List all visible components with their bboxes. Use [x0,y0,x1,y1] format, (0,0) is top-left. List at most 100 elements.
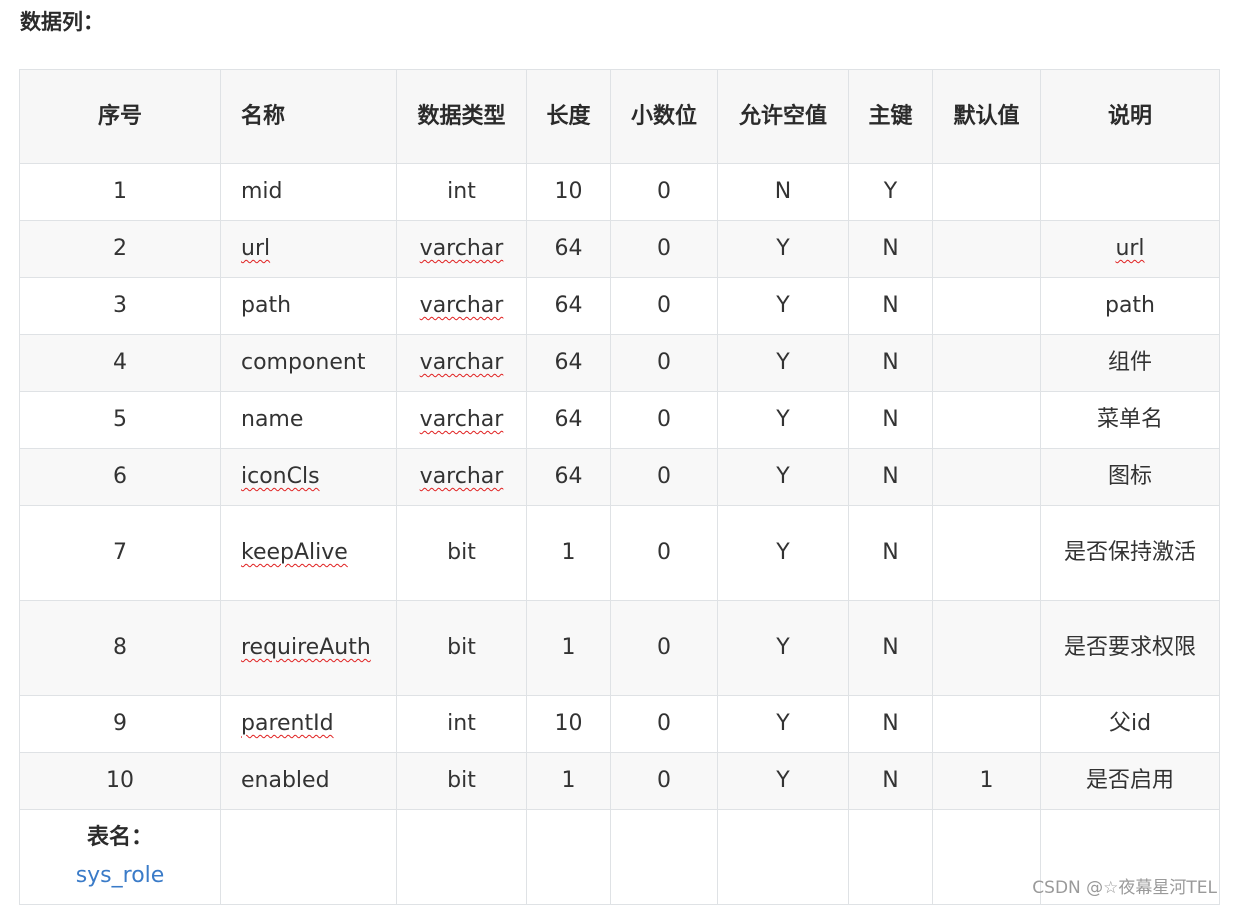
cell-length: 64 [526,448,611,506]
cell-nullable: N [717,163,849,221]
cell-description [1040,163,1220,221]
cell-type: bit [396,600,527,696]
cell-primary-key: N [848,277,933,335]
table-row: 10 enabled bit 1 0 Y N 1 是否启用 [19,752,1220,810]
table-row: 6 iconCls varchar 64 0 Y N 图标 [19,448,1220,506]
cell-decimals: 0 [610,277,718,335]
description-text: 图标 [1107,464,1152,489]
cell-nullable: Y [717,277,849,335]
cell-type: int [396,695,527,753]
type-text: int [447,711,476,736]
name-text: url [241,236,271,261]
table-row: 7 keepAlive bit 1 0 Y N 是否保持激活 [19,505,1220,601]
type-text: varchar [419,350,504,375]
cell-default [932,163,1041,221]
cell-description: 是否启用 [1040,752,1220,810]
type-text: bit [447,635,476,660]
header-type: 数据类型 [396,69,527,164]
cell-nullable: Y [717,752,849,810]
cell-type: int [396,163,527,221]
table-row: 1 mid int 10 0 N Y [19,163,1220,221]
table-row: 9 parentId int 10 0 Y N 父id [19,695,1220,753]
name-text: requireAuth [241,635,371,660]
empty-cell [396,809,527,905]
header-length: 长度 [526,69,611,164]
description-text: url [1115,236,1145,261]
cell-description: 父id [1040,695,1220,753]
table-row: 2 url varchar 64 0 Y N url [19,220,1220,278]
type-text: varchar [419,236,504,261]
cell-type: bit [396,505,527,601]
name-text: mid [241,179,283,204]
empty-cell [220,809,397,905]
description-text: 父id [1108,711,1152,736]
header-name: 名称 [220,69,397,164]
type-text: varchar [419,407,504,432]
cell-type: varchar [396,448,527,506]
cell-type: varchar [396,334,527,392]
watermark: CSDN @☆夜幕星河TEL [1032,878,1217,898]
table-row: 8 requireAuth bit 1 0 Y N 是否要求权限 [19,600,1220,696]
empty-cell [610,809,718,905]
cell-name: mid [220,163,397,221]
cell-no: 1 [19,163,221,221]
name-text: parentId [241,711,334,736]
table-row: 5 name varchar 64 0 Y N 菜单名 [19,391,1220,449]
cell-nullable: Y [717,448,849,506]
cell-default [932,277,1041,335]
empty-cell [932,809,1041,905]
header-primary-key: 主键 [848,69,933,164]
cell-default [932,600,1041,696]
cell-decimals: 0 [610,163,718,221]
description-text: 是否启用 [1085,768,1174,793]
name-text: keepAlive [241,540,348,565]
type-text: int [447,179,476,204]
table-row: 3 path varchar 64 0 Y N path [19,277,1220,335]
cell-name: url [220,220,397,278]
description-text: 组件 [1107,350,1152,375]
cell-nullable: Y [717,391,849,449]
cell-decimals: 0 [610,448,718,506]
cell-name: component [220,334,397,392]
cell-primary-key: N [848,220,933,278]
cell-length: 64 [526,220,611,278]
type-text: varchar [419,293,504,318]
cell-no: 8 [19,600,221,696]
description-text: 是否保持激活 [1063,540,1196,565]
cell-nullable: Y [717,220,849,278]
cell-default: 1 [932,752,1041,810]
cell-name: requireAuth [220,600,397,696]
cell-length: 64 [526,334,611,392]
cell-default [932,448,1041,506]
header-nullable: 允许空值 [717,69,849,164]
cell-nullable: Y [717,695,849,753]
description-text: 是否要求权限 [1063,635,1196,660]
cell-name: path [220,277,397,335]
cell-nullable: Y [717,600,849,696]
cell-default [932,695,1041,753]
cell-name: iconCls [220,448,397,506]
cell-description: 菜单名 [1040,391,1220,449]
name-text: path [241,293,292,318]
type-text: varchar [419,464,504,489]
cell-decimals: 0 [610,391,718,449]
cell-description: 是否保持激活 [1040,505,1220,601]
cell-default [932,505,1041,601]
table-name-cell: 表名： sys_role [19,809,221,905]
cell-length: 1 [526,600,611,696]
header-no: 序号 [19,69,221,164]
cell-no: 10 [19,752,221,810]
cell-length: 10 [526,163,611,221]
table-name-label: 表名： [86,825,153,850]
empty-cell [526,809,611,905]
header-decimals: 小数位 [610,69,718,164]
cell-default [932,220,1041,278]
cell-no: 7 [19,505,221,601]
cell-decimals: 0 [610,752,718,810]
cell-length: 1 [526,752,611,810]
cell-decimals: 0 [610,505,718,601]
cell-decimals: 0 [610,695,718,753]
cell-decimals: 0 [610,334,718,392]
cell-length: 64 [526,391,611,449]
cell-name: enabled [220,752,397,810]
